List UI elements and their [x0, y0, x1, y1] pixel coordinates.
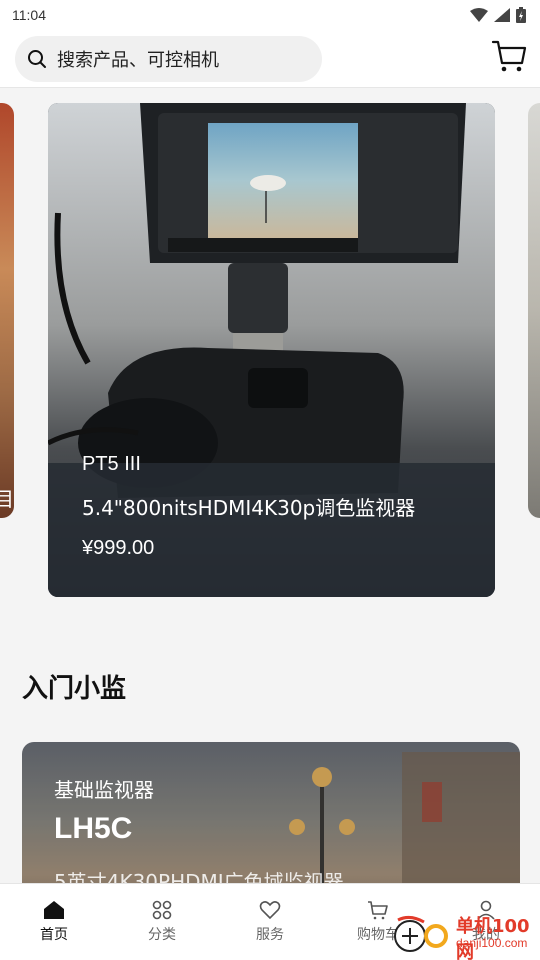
status-bar: 11:04 — [0, 0, 540, 30]
nav-home-label: 首页 — [40, 927, 68, 943]
status-time: 11:04 — [12, 7, 46, 23]
watermark-url: danji100.com — [456, 936, 528, 950]
nav-service-label: 服务 — [256, 927, 284, 943]
home-icon — [44, 901, 64, 919]
top-bar: 搜索产品、可控相机 — [0, 30, 540, 88]
battery-icon — [516, 7, 526, 23]
grid-icon — [152, 900, 172, 920]
carousel-card-prev[interactable]: 目 — [0, 103, 14, 518]
product-model: PT5 III — [82, 453, 141, 475]
search-placeholder: 搜索产品、可控相机 — [57, 50, 219, 71]
product-carousel[interactable]: 目 PT5 III 5.4"800nitsHDMI4K30p调色监视器 ¥999… — [0, 88, 540, 618]
carousel-card-next[interactable] — [528, 103, 540, 518]
cart-icon — [368, 901, 388, 920]
prev-card-glyph: 目 — [0, 487, 14, 511]
cart-icon[interactable] — [491, 38, 527, 74]
search-input[interactable]: 搜索产品、可控相机 — [15, 36, 322, 82]
carousel-card-featured[interactable]: PT5 III 5.4"800nitsHDMI4K30p调色监视器 ¥999.0… — [48, 103, 495, 597]
nav-home[interactable]: 首页 — [0, 884, 108, 960]
status-icons — [470, 7, 526, 23]
watermark: 单机100网 danji100.com — [390, 912, 540, 960]
product-price: ¥999.00 — [82, 537, 155, 559]
watermark-logo-icon — [394, 915, 448, 952]
search-icon — [28, 50, 46, 68]
nav-service[interactable]: 服务 — [216, 884, 324, 960]
nav-category-label: 分类 — [148, 927, 176, 943]
banner-subtitle: 基础监视器 — [54, 778, 154, 802]
section-title: 入门小监 — [22, 674, 127, 704]
featured-card-text: PT5 III 5.4"800nitsHDMI4K30p调色监视器 ¥999.0… — [82, 453, 415, 560]
heart-icon — [259, 901, 281, 920]
nav-category[interactable]: 分类 — [108, 884, 216, 960]
signal-icon — [494, 8, 510, 22]
wifi-icon — [470, 8, 488, 22]
product-description: 5.4"800nitsHDMI4K30p调色监视器 — [82, 496, 416, 520]
banner-title: LH5C — [54, 812, 133, 845]
